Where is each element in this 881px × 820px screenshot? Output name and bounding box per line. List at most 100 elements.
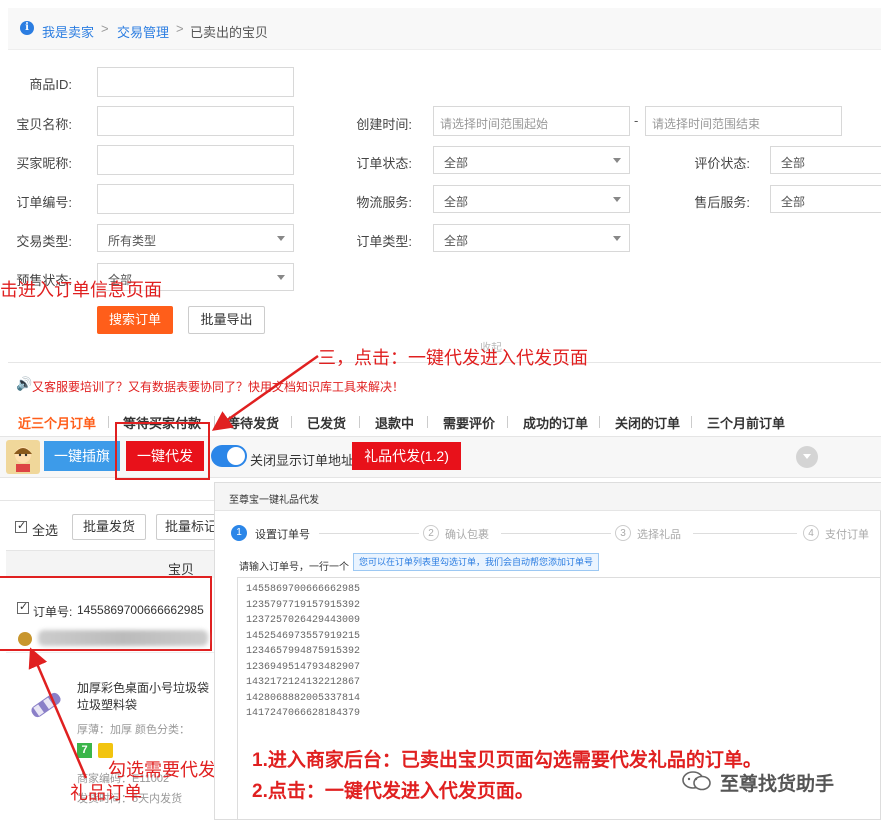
order-number-line: 1432172124132212867 — [246, 677, 361, 688]
avatar — [6, 440, 40, 474]
tab-separator — [507, 416, 508, 428]
breadcrumb-trade-link[interactable]: 交易管理 — [117, 22, 169, 41]
order-no-value: 1455869700666662985 — [77, 603, 204, 617]
tab-older-than-3-months[interactable]: 三个月前订单 — [707, 413, 785, 432]
review-status-value: 全部 — [781, 156, 806, 170]
chevron-down-icon — [613, 197, 621, 202]
select-all-label: 全选 — [32, 523, 59, 538]
time-end-input[interactable]: 请选择时间范围结束 — [645, 106, 842, 136]
modal-title: 至尊宝一键礼品代发 — [229, 495, 319, 506]
time-range-dash: - — [634, 113, 639, 128]
hint-text: 您可以在订单列表里勾选订单，我们会自动帮您添加订单号 — [353, 553, 600, 571]
step-connector — [501, 533, 611, 534]
chevron-down-icon — [613, 158, 621, 163]
step-4-label: 支付订单 — [825, 529, 869, 541]
notice-text[interactable]: 又客服要培训了？又有数据表要协同了？快用文档知识库工具来解决！ — [32, 378, 404, 395]
order-number-line: 1237257026429443009 — [246, 615, 361, 626]
batch-export-button[interactable]: 批量导出 — [188, 306, 265, 334]
seven-day-return-icon: 7 — [77, 743, 92, 758]
annotation-step1: 1.进入商家后台：已卖出宝贝页面勾选需要代发礼品的订单。 — [252, 750, 762, 771]
order-number-line: 1417247066628184379 — [246, 708, 361, 719]
product-thumbnail[interactable] — [24, 690, 68, 720]
order-no-input[interactable] — [97, 184, 294, 214]
review-status-label: 评价状态: — [694, 156, 750, 171]
product-title-line2[interactable]: 垃圾塑料袋 — [77, 696, 137, 713]
item-name-input[interactable] — [97, 106, 294, 136]
chevron-down-icon — [277, 236, 285, 241]
toggle-knob — [227, 447, 245, 465]
annotation-step2: 2.点击：一键代发进入代发页面。 — [252, 781, 534, 802]
after-sale-label: 售后服务: — [694, 195, 750, 210]
trade-type-label: 交易类型: — [16, 234, 72, 249]
after-sale-value: 全部 — [781, 195, 806, 209]
step-3-circle: 3 — [615, 525, 631, 541]
logistics-select[interactable]: 全部 — [433, 185, 630, 213]
breadcrumb-current: 已卖出的宝贝 — [190, 25, 269, 40]
order-checkbox[interactable] — [17, 600, 29, 614]
table-header: 宝贝 — [6, 550, 214, 578]
watermark-text: 至尊找货助手 — [720, 774, 835, 795]
input-prompt: 请输入订单号，一行一个 — [239, 562, 349, 573]
after-sale-select[interactable]: 全部 — [770, 185, 881, 213]
order-type-value: 全部 — [444, 234, 469, 248]
tab-separator — [214, 416, 215, 428]
step-4-circle: 4 — [803, 525, 819, 541]
speaker-icon: 🔊 — [16, 376, 33, 391]
tab-needs-review[interactable]: 需要评价 — [443, 413, 495, 432]
tab-shipped[interactable]: 已发货 — [307, 413, 346, 432]
order-status-select[interactable]: 全部 — [433, 146, 630, 174]
toggle-label: 关闭显示订单地址 — [250, 453, 355, 468]
step-1-label: 设置订单号 — [255, 529, 310, 541]
blurred-buyer-name — [38, 630, 208, 646]
order-no-label: 订单编号: — [16, 195, 72, 210]
order-number-line: 1428068882005337814 — [246, 692, 361, 704]
address-toggle[interactable] — [211, 445, 247, 467]
tab-closed[interactable]: 关闭的订单 — [615, 413, 680, 432]
logistics-value: 全部 — [444, 195, 469, 209]
order-no-label: 订单号: — [33, 605, 73, 619]
order-number-line: 1235797719157915392 — [246, 599, 361, 611]
product-title[interactable]: 加厚彩色桌面小号垃圾袋 — [77, 679, 214, 696]
order-type-select[interactable]: 全部 — [433, 224, 630, 252]
order-number-line: 1236949514793482907 — [246, 661, 361, 673]
step-3-label: 选择礼品 — [637, 529, 681, 541]
tab-refunding[interactable]: 退款中 — [375, 413, 414, 432]
tab-awaiting-shipment[interactable]: 等待发货 — [227, 413, 279, 432]
product-id-label: 商品ID: — [29, 77, 72, 92]
select-all-checkbox[interactable] — [15, 519, 27, 533]
batch-mark-button[interactable]: 批量标记 — [156, 514, 216, 540]
order-status-value: 全部 — [444, 156, 469, 170]
breadcrumb-separator: > — [176, 21, 184, 36]
trade-type-value: 所有类型 — [108, 234, 157, 248]
product-spec: 厚薄：加厚 颜色分类： — [77, 724, 191, 736]
batch-ship-button[interactable]: 批量发货 — [72, 514, 146, 540]
order-number-line: 1452546973557919215 — [246, 630, 361, 642]
order-type-label: 订单类型: — [356, 234, 412, 249]
chevron-down-icon — [613, 236, 621, 241]
notice-bar: 🔊 又客服要培训了？又有数据表要协同了？快用文档知识库工具来解决！ — [10, 376, 881, 394]
highlight-box-dispatch — [115, 422, 210, 480]
gift-dispatch-button[interactable]: 礼品代发(1.2) — [352, 442, 461, 470]
order-number-line: 1234657994875915392 — [246, 646, 361, 657]
buyer-nick-input[interactable] — [97, 145, 294, 175]
expand-icon[interactable] — [796, 446, 818, 468]
flag-button[interactable]: 一键插旗 — [44, 441, 120, 471]
tab-recent-3-months[interactable]: 近三个月订单 — [18, 413, 96, 432]
tab-successful[interactable]: 成功的订单 — [523, 413, 588, 432]
step-2-label: 确认包裹 — [445, 529, 489, 541]
tab-separator — [359, 416, 360, 428]
item-name-label: 宝贝名称: — [16, 117, 72, 132]
breadcrumb: i 我是卖家 > 交易管理 > 已卖出的宝贝 — [8, 8, 881, 50]
product-id-input[interactable] — [97, 67, 294, 97]
chevron-down-icon — [803, 454, 811, 459]
review-status-select[interactable]: 全部 — [770, 146, 881, 174]
time-start-input[interactable]: 请选择时间范围起始 — [433, 106, 630, 136]
breadcrumb-seller-link[interactable]: 我是卖家 — [42, 22, 94, 41]
tab-separator — [599, 416, 600, 428]
search-orders-button[interactable]: 搜索订单 — [97, 306, 173, 334]
tab-separator — [108, 416, 109, 428]
step-2-circle: 2 — [423, 525, 439, 541]
trade-type-select[interactable]: 所有类型 — [97, 224, 294, 252]
annotation-step3: 三，点击：一键代发进入代发页面 — [318, 348, 588, 368]
tab-separator — [427, 416, 428, 428]
